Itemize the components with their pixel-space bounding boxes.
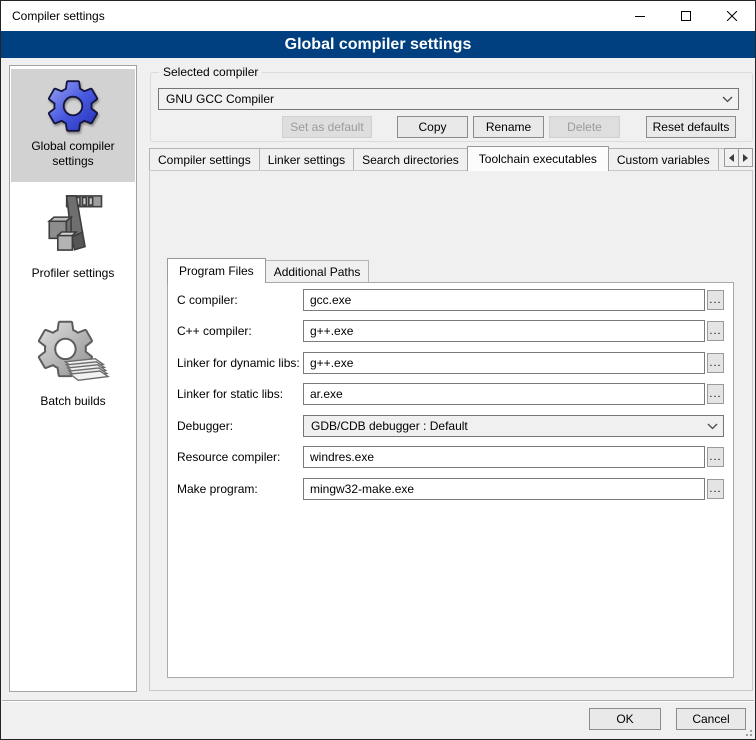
compiler-settings-dialog: Compiler settings Global compiler settin… [0, 0, 756, 740]
debugger-label: Debugger: [177, 415, 233, 437]
maximize-button[interactable] [663, 1, 709, 30]
c-compiler-browse-button[interactable]: ... [707, 290, 724, 310]
compiler-select-value: GNU GCC Compiler [159, 92, 716, 106]
minimize-icon [635, 11, 645, 21]
cpp-compiler-row: C++ compiler: ... [168, 320, 733, 342]
copy-button[interactable]: Copy [397, 116, 468, 138]
grip-dot [750, 730, 752, 732]
dialog-banner: Global compiler settings [1, 31, 755, 58]
cancel-button[interactable]: Cancel [676, 708, 746, 730]
tab-search-directories[interactable]: Search directories [353, 148, 468, 170]
batch-builds-icon [36, 318, 110, 392]
arrow-right-icon [743, 154, 748, 162]
settings-category-list: Global compiler settings [9, 65, 137, 692]
resource-compiler-input[interactable] [303, 446, 705, 468]
c-compiler-input[interactable] [303, 289, 705, 311]
reset-defaults-button[interactable]: Reset defaults [646, 116, 736, 138]
static-linker-label: Linker for static libs: [177, 383, 283, 405]
make-program-label: Make program: [177, 478, 258, 500]
maximize-icon [681, 11, 691, 21]
tab-linker-settings[interactable]: Linker settings [259, 148, 354, 170]
dynamic-linker-label: Linker for dynamic libs: [177, 352, 300, 374]
resource-compiler-label: Resource compiler: [177, 446, 280, 468]
program-files-page: C compiler: ... C++ compiler: ... Linker… [167, 282, 734, 678]
debugger-select-value: GDB/CDB debugger : Default [304, 419, 701, 433]
c-compiler-label: C compiler: [177, 289, 238, 311]
title-bar[interactable]: Compiler settings [1, 1, 755, 31]
dialog-banner-title: Global compiler settings [1, 31, 755, 58]
tab-scroll-right-button[interactable] [738, 148, 753, 167]
close-icon [727, 11, 737, 21]
arrow-left-icon [729, 154, 734, 162]
set-as-default-button[interactable]: Set as default [282, 116, 372, 138]
sidebar-item-label: Batch builds [40, 394, 105, 409]
c-compiler-row: C compiler: ... [168, 289, 733, 311]
cpp-compiler-input[interactable] [303, 320, 705, 342]
dynamic-linker-input[interactable] [303, 352, 705, 374]
window-title: Compiler settings [12, 1, 105, 31]
sidebar-item-label: Profiler settings [32, 266, 115, 281]
tab-program-files[interactable]: Program Files [167, 258, 266, 283]
blue-gear-icon [42, 75, 104, 137]
make-program-row: Make program: ... [168, 478, 733, 500]
minimize-button[interactable] [617, 1, 663, 30]
dynamic-linker-browse-button[interactable]: ... [707, 353, 724, 373]
cpp-compiler-label: C++ compiler: [177, 320, 252, 342]
resource-compiler-row: Resource compiler: ... [168, 446, 733, 468]
window-controls [617, 1, 755, 30]
compiler-settings-tabs: Compiler settings Linker settings Search… [149, 146, 753, 171]
tab-compiler-settings[interactable]: Compiler settings [149, 148, 260, 170]
selected-compiler-group-label: Selected compiler [159, 65, 262, 79]
sidebar-item-profiler-settings[interactable]: Profiler settings [11, 188, 135, 294]
sidebar-item-global-compiler-settings[interactable]: Global compiler settings [11, 69, 135, 182]
resource-compiler-browse-button[interactable]: ... [707, 447, 724, 467]
make-program-browse-button[interactable]: ... [707, 479, 724, 499]
cpp-compiler-browse-button[interactable]: ... [707, 321, 724, 341]
static-linker-browse-button[interactable]: ... [707, 384, 724, 404]
debugger-row: Debugger: GDB/CDB debugger : Default [168, 415, 733, 437]
sidebar-item-batch-builds[interactable]: Batch builds [11, 318, 135, 418]
grip-dot [750, 734, 752, 736]
dynamic-linker-row: Linker for dynamic libs: ... [168, 352, 733, 374]
static-linker-row: Linker for static libs: ... [168, 383, 733, 405]
ok-button[interactable]: OK [589, 708, 661, 730]
program-files-tabs: Program Files Additional Paths [167, 258, 734, 283]
sidebar-item-label: Global compiler settings [18, 139, 128, 169]
tab-scroller [725, 148, 753, 167]
grip-dot [746, 734, 748, 736]
chevron-down-icon [701, 423, 723, 430]
tab-additional-paths[interactable]: Additional Paths [265, 260, 370, 282]
delete-button[interactable]: Delete [549, 116, 620, 138]
close-button[interactable] [709, 1, 755, 30]
compiler-select[interactable]: GNU GCC Compiler [158, 88, 739, 110]
tab-toolchain-executables[interactable]: Toolchain executables [467, 146, 609, 171]
profiler-caliper-icon [35, 188, 111, 264]
tab-custom-variables[interactable]: Custom variables [608, 148, 719, 170]
tab-scroll-left-button[interactable] [724, 148, 739, 167]
chevron-down-icon [716, 96, 738, 103]
static-linker-input[interactable] [303, 383, 705, 405]
debugger-select[interactable]: GDB/CDB debugger : Default [303, 415, 724, 437]
rename-button[interactable]: Rename [473, 116, 544, 138]
resize-grip[interactable] [743, 727, 752, 736]
footer-separator [2, 700, 754, 702]
make-program-input[interactable] [303, 478, 705, 500]
